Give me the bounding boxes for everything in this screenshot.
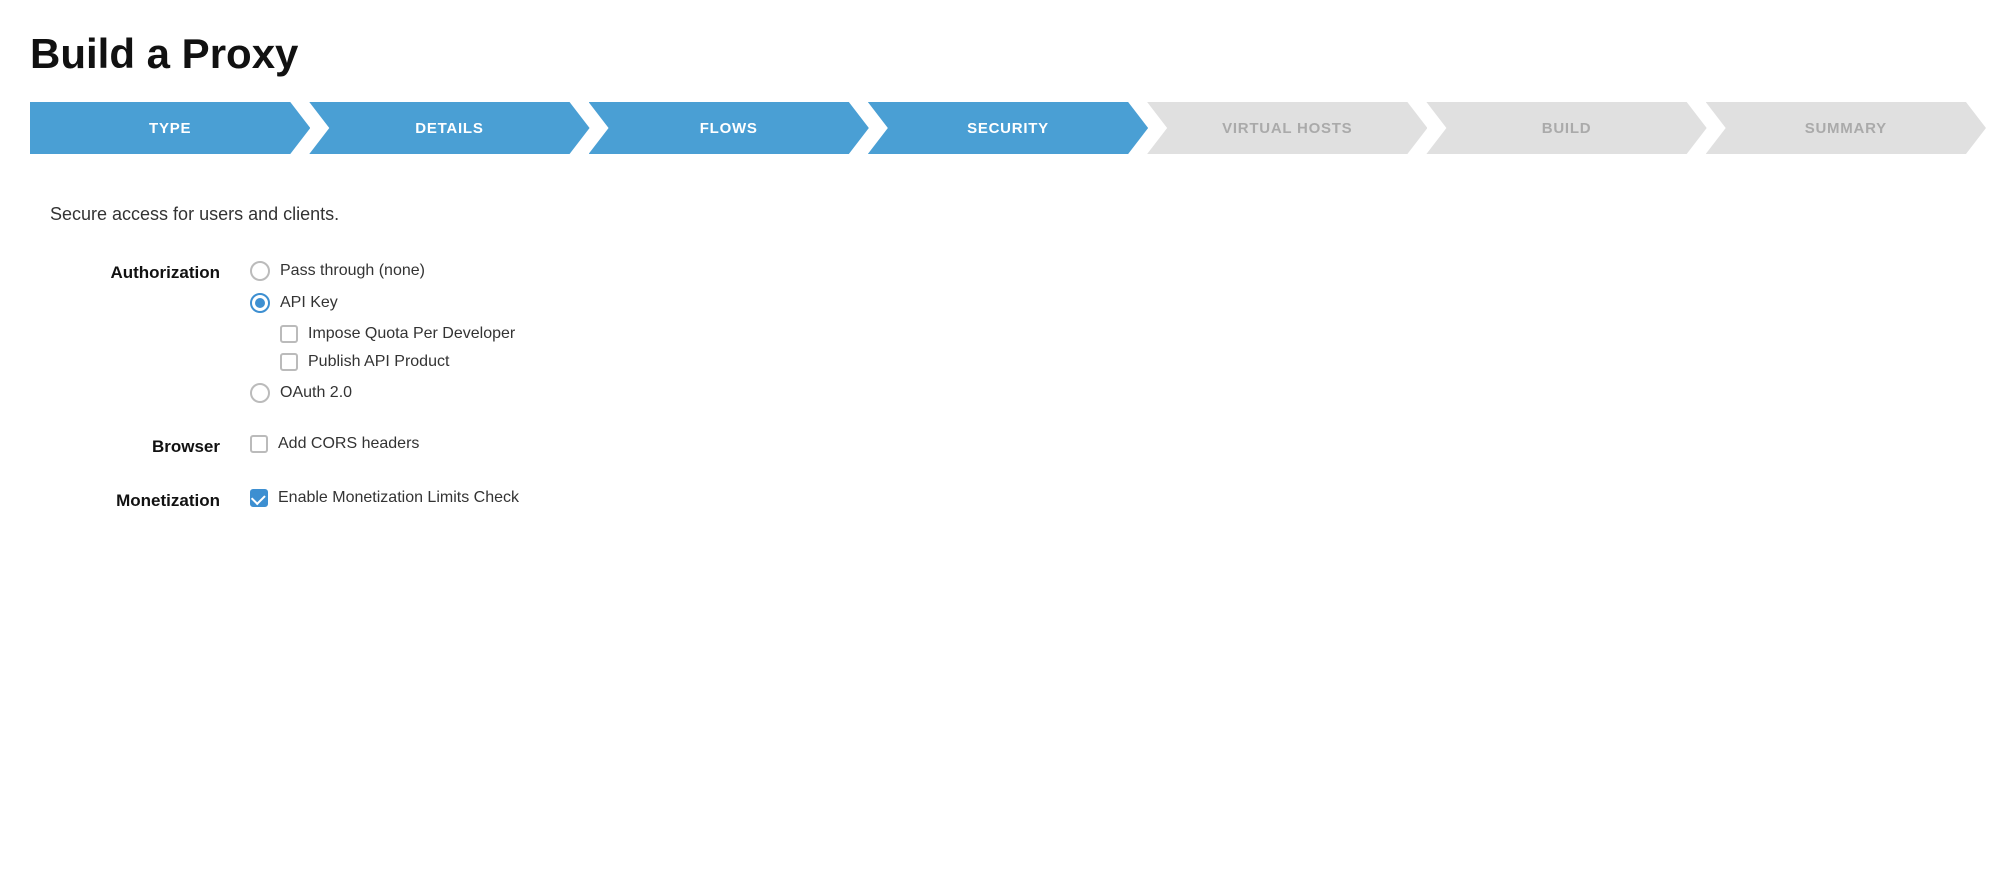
checkbox-label-publish-product: Publish API Product: [308, 353, 449, 371]
checkbox-label-monetization: Enable Monetization Limits Check: [278, 489, 519, 507]
stepper: TYPE DETAILS FLOWS SECURITY VIRTUAL HOST…: [30, 102, 1986, 154]
checkbox-impose-quota[interactable]: Impose Quota Per Developer: [280, 325, 515, 343]
checkbox-cors[interactable]: Add CORS headers: [250, 435, 419, 453]
checkbox-box-monetization: [250, 489, 268, 507]
step-build[interactable]: BUILD: [1426, 102, 1706, 154]
step-security[interactable]: SECURITY: [868, 102, 1148, 154]
radio-label-pass-through: Pass through (none): [280, 262, 425, 280]
monetization-section: Monetization Enable Monetization Limits …: [50, 489, 1966, 511]
section-description: Secure access for users and clients.: [50, 204, 1966, 225]
checkbox-box-impose-quota: [280, 325, 298, 343]
step-type[interactable]: TYPE: [30, 102, 310, 154]
page-title: Build a Proxy: [30, 20, 1986, 78]
checkbox-label-cors: Add CORS headers: [278, 435, 419, 453]
step-summary[interactable]: SUMMARY: [1706, 102, 1986, 154]
monetization-label: Monetization: [50, 489, 250, 511]
step-virtual-hosts[interactable]: VIRTUAL HOSTS: [1147, 102, 1427, 154]
radio-pass-through[interactable]: Pass through (none): [250, 261, 515, 281]
browser-label: Browser: [50, 435, 250, 457]
authorization-label: Authorization: [50, 261, 250, 283]
authorization-options: Pass through (none) API Key Impose Quota…: [250, 261, 515, 403]
checkbox-monetization[interactable]: Enable Monetization Limits Check: [250, 489, 519, 507]
radio-circle-pass-through: [250, 261, 270, 281]
radio-api-key[interactable]: API Key: [250, 293, 515, 313]
checkbox-publish-product[interactable]: Publish API Product: [280, 353, 515, 371]
radio-circle-api-key: [250, 293, 270, 313]
authorization-section: Authorization Pass through (none) API Ke…: [50, 261, 1966, 403]
step-details[interactable]: DETAILS: [309, 102, 589, 154]
step-flows[interactable]: FLOWS: [589, 102, 869, 154]
radio-label-oauth: OAuth 2.0: [280, 384, 352, 402]
browser-section: Browser Add CORS headers: [50, 435, 1966, 457]
checkbox-box-cors: [250, 435, 268, 453]
radio-label-api-key: API Key: [280, 294, 338, 312]
radio-circle-oauth: [250, 383, 270, 403]
monetization-options: Enable Monetization Limits Check: [250, 489, 519, 507]
radio-oauth[interactable]: OAuth 2.0: [250, 383, 515, 403]
content-area: Secure access for users and clients. Aut…: [30, 194, 1986, 553]
checkbox-box-publish-product: [280, 353, 298, 371]
browser-options: Add CORS headers: [250, 435, 419, 453]
checkbox-label-impose-quota: Impose Quota Per Developer: [308, 325, 515, 343]
api-key-sub-options: Impose Quota Per Developer Publish API P…: [250, 325, 515, 371]
